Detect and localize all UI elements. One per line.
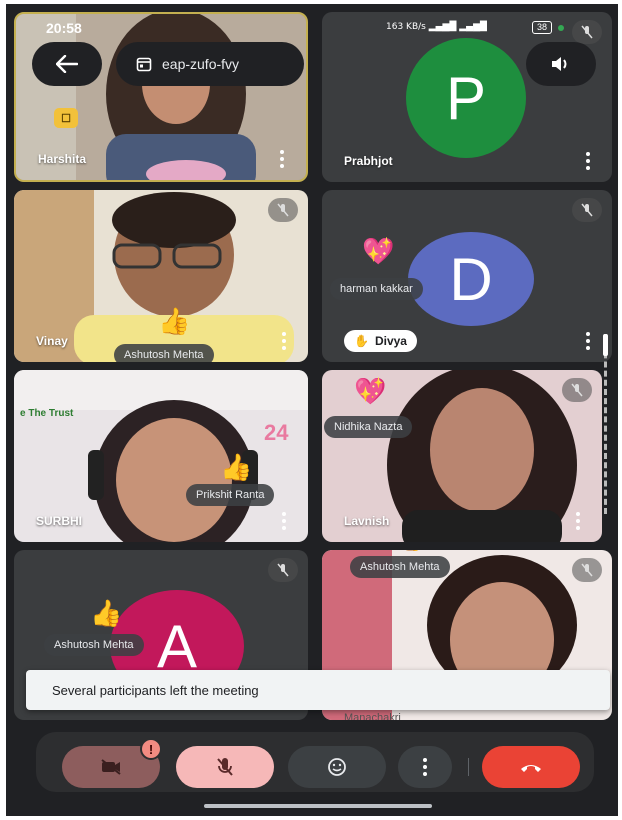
reaction-sender-label: Ashutosh Mehta bbox=[114, 344, 214, 362]
participant-name: Lavnish bbox=[344, 514, 390, 528]
avatar-initial: P bbox=[445, 64, 487, 132]
participant-name: Divya bbox=[374, 334, 407, 348]
snackbar-message: Several participants left the meeting bbox=[52, 682, 259, 698]
participant-name: Harshita bbox=[38, 152, 87, 166]
more-options-icon[interactable] bbox=[276, 512, 292, 530]
heart-reaction-icon: 💖 bbox=[354, 376, 387, 406]
participant-name: Prabhjot bbox=[344, 154, 393, 168]
mic-off-icon bbox=[268, 198, 298, 222]
end-call-icon bbox=[521, 765, 541, 772]
more-options-icon[interactable] bbox=[580, 332, 596, 350]
avatar-initial: D bbox=[449, 245, 493, 313]
raised-hand-icon: ✋ bbox=[354, 334, 369, 348]
snackbar-notification: Several participants left the meeting bbox=[26, 670, 610, 710]
reaction-sender-label: Ashutosh Mehta bbox=[44, 634, 144, 656]
more-options-icon[interactable] bbox=[276, 332, 292, 350]
heart-reaction-icon: 💖 bbox=[362, 236, 395, 266]
mic-off-icon bbox=[268, 558, 298, 582]
alert-badge: ! bbox=[140, 738, 162, 760]
reaction-sender-label: Nidhika Nazta bbox=[324, 416, 413, 438]
meet-screen: ☐ Harshita P Prabhjot 20:58 163 KB/s ▂▄▆… bbox=[6, 4, 618, 816]
privacy-dot bbox=[558, 24, 565, 31]
reaction-sender-label: Prikshit Ranta bbox=[186, 484, 275, 506]
participant-tile-lavnish[interactable]: 💖 Nidhika Nazta Lavnish bbox=[322, 370, 602, 542]
arrow-left-icon bbox=[56, 55, 78, 73]
reaction-sender-label: Ashutosh Mehta bbox=[350, 556, 450, 578]
mic-off-icon bbox=[572, 558, 602, 582]
net-speed: 163 KB/s bbox=[386, 22, 426, 32]
calendar-icon bbox=[136, 57, 152, 72]
grid-scroll-thumb[interactable] bbox=[603, 334, 608, 356]
participant-name: Manachakri bbox=[344, 712, 401, 720]
participant-tile-surbhi[interactable]: 24 e The Trust 👍 Prikshit Ranta SURBHI bbox=[14, 370, 308, 542]
reactions-button[interactable] bbox=[288, 746, 386, 788]
thumbs-up-reaction-icon: 👍 bbox=[220, 452, 253, 482]
mic-off-icon bbox=[572, 20, 602, 44]
participant-tile-prabhjot[interactable]: P Prabhjot bbox=[322, 12, 612, 182]
call-controls-bar: ! bbox=[36, 732, 594, 792]
participant-name: SURBHI bbox=[36, 514, 83, 528]
avatar: D bbox=[408, 232, 534, 326]
mic-off-icon bbox=[572, 198, 602, 222]
end-call-button[interactable] bbox=[482, 746, 580, 788]
meeting-code: eap-zufo-fvy bbox=[162, 56, 240, 72]
divider bbox=[468, 758, 469, 776]
battery-indicator: 38 bbox=[532, 21, 565, 34]
speaker-icon bbox=[552, 57, 567, 71]
more-vertical-icon bbox=[423, 758, 427, 776]
status-signal-icons: 163 KB/s ▂▄▆█ ▂▄▆█ bbox=[386, 22, 487, 32]
more-options-button[interactable] bbox=[398, 746, 452, 788]
participant-name: Vinay bbox=[36, 334, 68, 348]
camera-off-icon bbox=[101, 759, 121, 775]
more-options-icon[interactable] bbox=[580, 152, 596, 170]
meeting-info-button[interactable]: eap-zufo-fvy bbox=[116, 42, 304, 86]
thumbs-up-reaction-icon: 👍 bbox=[158, 306, 191, 336]
background-banner-text: e The Trust bbox=[20, 408, 74, 419]
raised-hand-chip: ✋ Divya bbox=[344, 330, 417, 352]
more-options-icon[interactable] bbox=[570, 512, 586, 530]
hand-badge-icon: ☐ bbox=[54, 108, 78, 128]
mic-toggle-button[interactable] bbox=[176, 746, 274, 788]
signal-icon: ▂▄▆█ ▂▄▆█ bbox=[428, 22, 487, 32]
svg-text:24: 24 bbox=[264, 420, 289, 445]
audio-output-button[interactable] bbox=[526, 42, 596, 86]
participant-tile-harshita[interactable]: ☐ Harshita bbox=[14, 12, 308, 182]
mic-off-icon bbox=[217, 758, 233, 776]
more-options-icon[interactable] bbox=[274, 150, 290, 168]
battery-level: 38 bbox=[532, 21, 553, 34]
back-button[interactable] bbox=[32, 42, 102, 86]
home-indicator[interactable] bbox=[204, 804, 432, 808]
mic-off-icon bbox=[562, 378, 592, 402]
avatar: P bbox=[406, 38, 526, 158]
participant-tile-vinay[interactable]: 👍 Ashutosh Mehta Vinay bbox=[14, 190, 308, 362]
status-time: 20:58 bbox=[46, 20, 82, 36]
reaction-sender-label: harman kakkar bbox=[330, 278, 423, 300]
alert-badge-text: ! bbox=[148, 741, 154, 757]
thumbs-up-reaction-icon: 👍 bbox=[90, 598, 123, 628]
grid-scroll-track[interactable] bbox=[604, 334, 608, 514]
emoji-icon bbox=[328, 758, 346, 776]
